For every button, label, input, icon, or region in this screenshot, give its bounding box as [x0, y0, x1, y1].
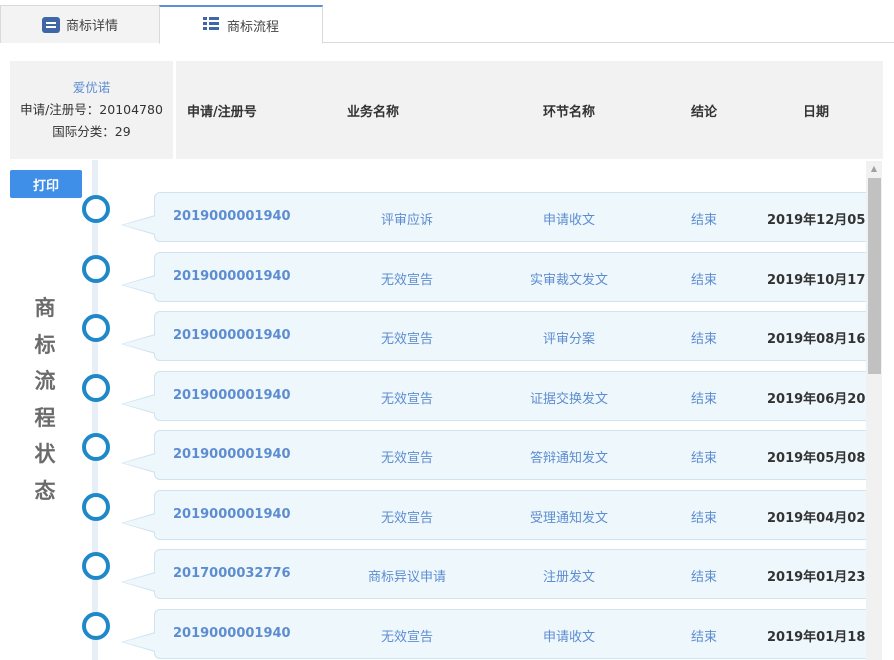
tab-trademark-flow[interactable]: 商标流程: [159, 5, 323, 44]
row-business: 评审应诉: [380, 213, 434, 228]
row-reg-no: 2019000001940: [173, 209, 291, 224]
row-date: 2019年06月20日: [767, 392, 879, 407]
international-class: 国际分类：29: [52, 124, 131, 139]
row-reg-no: 2019000001940: [173, 447, 291, 462]
row-date: 2019年04月02日: [767, 511, 879, 526]
list-icon: [202, 17, 221, 33]
trademark-info: 爱优诺 申请/注册号：20104780 国际分类：29: [10, 61, 173, 159]
timeline-node-icon: [82, 314, 110, 342]
row-step: 实审裁文发文: [529, 273, 609, 288]
flow-row[interactable]: 2019000001940 无效宣告 申请收文 结束 2019年01月18日: [121, 609, 878, 659]
row-date: 2019年05月08日: [767, 451, 879, 466]
tab-label: 商标流程: [226, 19, 279, 35]
timeline-node-icon: [82, 493, 110, 521]
timeline-line: [92, 160, 98, 660]
timeline-node-icon: [82, 255, 110, 283]
flow-row[interactable]: 2019000001940 无效宣告 实审裁文发文 结束 2019年10月17日: [121, 252, 878, 302]
row-business: 无效宣告: [380, 273, 434, 288]
tab-trademark-details[interactable]: 商标详情: [0, 5, 160, 43]
row-reg-no: 2017000032776: [173, 566, 291, 581]
status-char: 商: [34, 296, 56, 320]
row-step: 证据交换发文: [529, 392, 609, 407]
timeline-node-icon: [82, 374, 110, 402]
row-business: 无效宣告: [380, 332, 434, 347]
flow-row[interactable]: 2017000032776 商标异议申请 注册发文 结束 2019年01月23日: [121, 549, 878, 599]
row-step: 注册发文: [542, 570, 596, 585]
flow-row[interactable]: 2019000001940 评审应诉 申请收文 结束 2019年12月05日: [121, 192, 878, 242]
status-char: 状: [34, 442, 56, 466]
table-header: 申请/注册号 业务名称 环节名称 结论 日期: [176, 61, 883, 159]
row-business: 无效宣告: [380, 451, 434, 466]
row-step: 受理通知发文: [529, 511, 609, 526]
row-result: 结束: [691, 273, 718, 288]
row-business: 商标异议申请: [367, 570, 447, 585]
status-char: 态: [34, 478, 56, 503]
row-reg-no: 2019000001940: [173, 626, 291, 641]
header-reg-no: 申请/注册号: [187, 105, 257, 120]
timeline-node-icon: [82, 612, 110, 640]
header-date: 日期: [803, 105, 830, 120]
row-result: 结束: [691, 392, 718, 407]
row-step: 评审分案: [542, 332, 596, 347]
scroll-up-arrow-icon[interactable]: ▲: [866, 163, 882, 175]
document-icon: [41, 16, 60, 33]
timeline-node-icon: [82, 433, 110, 461]
row-date: 2019年10月17日: [767, 273, 879, 288]
tab-label: 商标详情: [65, 19, 118, 34]
row-step: 申请收文: [542, 630, 596, 645]
row-result: 结束: [691, 570, 718, 585]
flow-row[interactable]: 2019000001940 无效宣告 评审分案 结束 2019年08月16日: [121, 311, 878, 361]
header-business: 业务名称: [347, 105, 400, 120]
row-step: 答辩通知发文: [529, 451, 609, 466]
timeline-node-icon: [82, 195, 110, 223]
row-result: 结束: [691, 511, 718, 526]
timeline-node-icon: [82, 552, 110, 580]
row-date: 2019年01月23日: [767, 570, 879, 585]
flow-row[interactable]: 2019000001940 无效宣告 证据交换发文 结束 2019年06月20日: [121, 371, 878, 421]
row-reg-no: 2019000001940: [173, 269, 291, 284]
row-reg-no: 2019000001940: [173, 388, 291, 403]
trademark-name: 爱优诺: [72, 80, 111, 95]
header-result: 结论: [691, 105, 718, 120]
row-date: 2019年08月16日: [767, 332, 879, 347]
header-step: 环节名称: [543, 105, 596, 120]
row-business: 无效宣告: [380, 392, 434, 407]
registration-number: 申请/注册号：20104780: [20, 102, 163, 117]
row-result: 结束: [691, 630, 718, 645]
row-result: 结束: [691, 451, 718, 466]
scrollbar-thumb[interactable]: [868, 178, 881, 374]
row-business: 无效宣告: [380, 511, 434, 526]
row-result: 结束: [691, 332, 718, 347]
row-business: 无效宣告: [380, 630, 434, 645]
status-char: 流: [34, 369, 56, 393]
status-char: 程: [34, 405, 56, 430]
flow-row[interactable]: 2019000001940 无效宣告 答辩通知发文 结束 2019年05月08日: [121, 430, 878, 480]
flow-status-label: 商 标 流 程 状 态: [30, 290, 60, 509]
status-char: 标: [34, 332, 56, 357]
row-date: 2019年01月18日: [767, 630, 879, 645]
tab-bar: 商标详情 商标流程: [0, 0, 894, 44]
flow-row[interactable]: 2019000001940 无效宣告 受理通知发文 结束 2019年04月02日: [121, 490, 878, 540]
row-reg-no: 2019000001940: [173, 507, 291, 522]
row-reg-no: 2019000001940: [173, 328, 291, 343]
print-button[interactable]: 打印: [10, 170, 82, 198]
row-date: 2019年12月05日: [767, 213, 879, 228]
row-result: 结束: [691, 213, 718, 228]
row-step: 申请收文: [542, 213, 596, 228]
